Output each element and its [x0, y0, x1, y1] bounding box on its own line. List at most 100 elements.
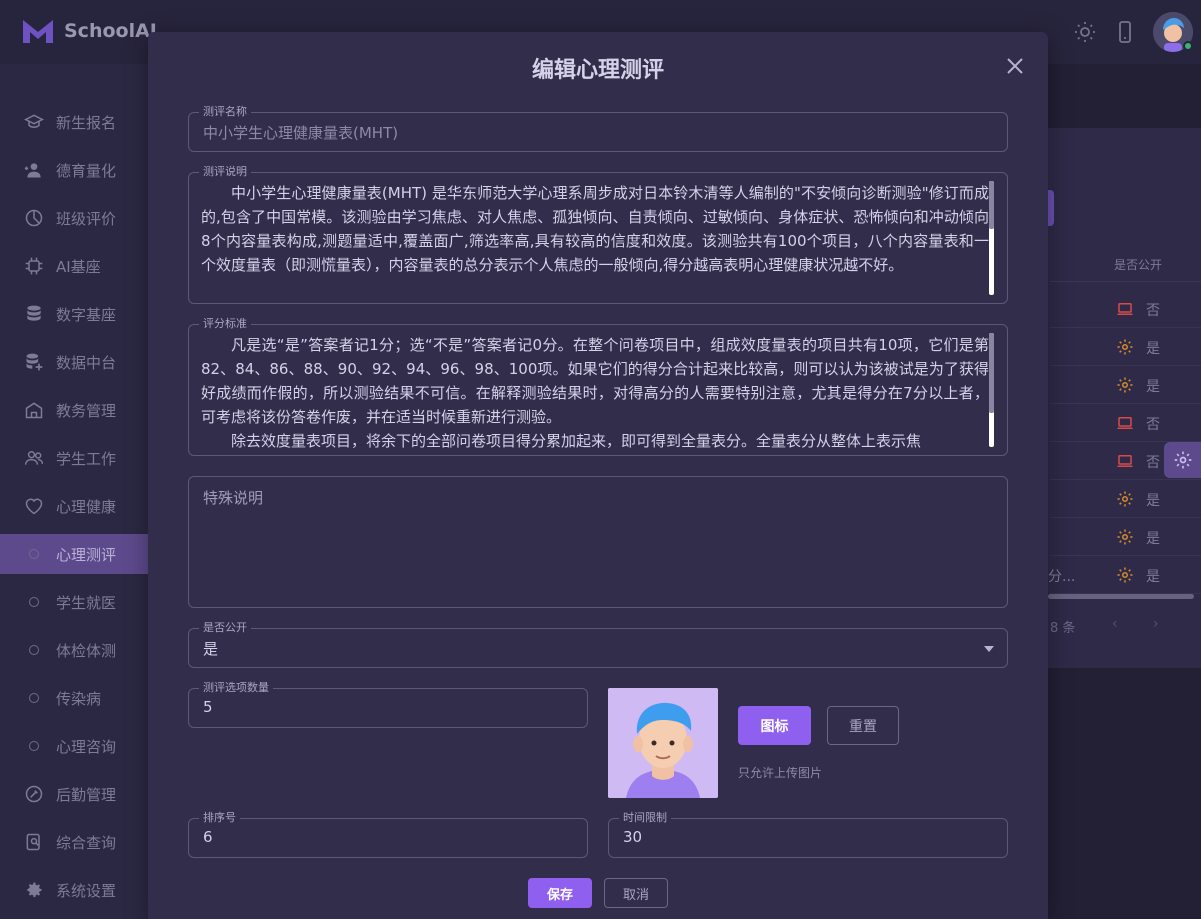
sidebar-item-label: 心理咨询	[56, 737, 117, 756]
app-logo[interactable]: SchoolAI	[22, 18, 157, 44]
tools-icon	[24, 784, 44, 804]
upload-hint: 只允许上传图片	[738, 766, 823, 780]
sidebar-item[interactable]: 班级评价	[0, 198, 148, 238]
sidebar-item-label: 新生报名	[56, 113, 117, 132]
database-plus-icon	[24, 352, 44, 372]
chart-pie-icon	[24, 208, 44, 228]
sidebar-item-label: 学生就医	[56, 593, 117, 612]
gear-icon	[1174, 451, 1191, 469]
graduation-cap-icon	[24, 112, 44, 132]
upload-icon-button[interactable]: 图标	[738, 706, 811, 745]
circle-icon	[29, 693, 39, 703]
time-limit-value: 30	[623, 828, 643, 846]
assessment-description-field[interactable]: 测评说明 中小学生心理健康量表(MHT) 是华东师范大学心理系周步成对日本铃木清…	[188, 165, 1008, 304]
gear-icon	[1116, 338, 1134, 356]
sidebar-item[interactable]: 心理健康	[0, 486, 148, 526]
sidebar-item-label: 综合查询	[56, 833, 117, 852]
circle-icon	[29, 549, 39, 559]
public-select-label: 是否公开	[199, 621, 251, 635]
public-status-value: 是	[1146, 569, 1160, 585]
users-icon	[24, 448, 44, 468]
laptop-icon	[1116, 300, 1134, 318]
chip-icon	[24, 256, 44, 276]
icon-preview	[608, 688, 718, 798]
user-plus-icon	[24, 160, 44, 180]
edit-assessment-dialog: 编辑心理测评 测评名称 中小学生心理健康量表(MHT) 测评说明 中小学生心理健…	[148, 32, 1048, 919]
logo-icon	[23, 20, 53, 43]
public-status-value: 是	[1146, 379, 1160, 395]
gear-icon	[24, 880, 44, 900]
sidebar-item[interactable]: 后勤管理	[0, 774, 148, 814]
sidebar-item[interactable]: 系统设置	[0, 870, 148, 910]
building-icon	[24, 400, 44, 420]
sidebar-item[interactable]: 体检体测	[0, 630, 148, 670]
sidebar-item[interactable]: 学生工作	[0, 438, 148, 478]
laptop-icon	[1116, 452, 1134, 470]
gear-icon	[1116, 490, 1134, 508]
sidebar-item[interactable]: 教务管理	[0, 390, 148, 430]
chevron-down-icon	[984, 646, 994, 652]
special-notes-placeholder: 特殊说明	[203, 489, 264, 507]
sidebar-item-label: AI基座	[56, 257, 101, 276]
public-status-value: 否	[1146, 455, 1160, 471]
pagination-total: 8 条	[1050, 621, 1076, 636]
assessment-name-field[interactable]: 测评名称 中小学生心理健康量表(MHT)	[188, 105, 1008, 152]
time-limit-field[interactable]: 时间限制 30	[608, 811, 1008, 858]
option-count-value: 5	[203, 698, 213, 716]
sidebar: 新生报名德育量化班级评价 AI基座数字基座数据中台教务管理学生工作心理健康心理测评…	[0, 64, 148, 919]
sidebar-item[interactable]: 德育量化	[0, 150, 148, 190]
description-scrollbar[interactable]	[989, 181, 994, 295]
sidebar-item[interactable]: 综合查询	[0, 822, 148, 862]
sidebar-item-label: 系统设置	[56, 881, 117, 900]
dialog-title: 编辑心理测评	[531, 58, 664, 83]
special-notes-field[interactable]: 特殊说明	[188, 476, 1008, 608]
criteria-scrollbar[interactable]	[989, 333, 994, 447]
sidebar-item-label: 体检体测	[56, 641, 117, 660]
mobile-icon[interactable]	[1113, 20, 1137, 44]
sidebar-item-label: 数据中台	[56, 353, 117, 372]
description-scroll-thumb[interactable]	[989, 181, 994, 229]
sidebar-item[interactable]: 数字基座	[0, 294, 148, 334]
close-button[interactable]	[1003, 54, 1027, 78]
gear-icon	[1116, 566, 1134, 584]
save-button[interactable]: 保存	[528, 878, 592, 908]
avatar-illustration-icon	[608, 688, 718, 798]
sidebar-item-label: 心理健康	[56, 497, 117, 516]
criteria-scroll-thumb[interactable]	[989, 333, 994, 413]
public-select[interactable]: 是否公开 是	[188, 621, 1008, 668]
public-status-value: 是	[1146, 341, 1160, 357]
circle-icon	[29, 741, 39, 751]
next-page-icon[interactable]: ›	[1153, 616, 1159, 632]
prev-page-icon[interactable]: ‹	[1112, 616, 1118, 632]
sidebar-item[interactable]: AI基座	[0, 246, 148, 286]
option-count-label: 测评选项数量	[199, 681, 273, 695]
gear-icon	[1116, 528, 1134, 546]
sort-order-label: 排序号	[199, 811, 240, 825]
public-status-value: 否	[1146, 303, 1160, 319]
sidebar-item[interactable]: 新生报名	[0, 102, 148, 142]
app-name: SchoolAI	[64, 20, 157, 42]
sidebar-item-label: 教务管理	[56, 401, 117, 420]
sort-order-field[interactable]: 排序号 6	[188, 811, 588, 858]
sidebar-item[interactable]: 数据中台	[0, 342, 148, 382]
public-select-value: 是	[203, 640, 219, 658]
theme-sun-icon[interactable]	[1073, 20, 1097, 44]
settings-drawer-button[interactable]	[1164, 442, 1201, 478]
truncated-cell: 分...	[1048, 569, 1076, 585]
sort-order-value: 6	[203, 828, 213, 846]
option-count-field[interactable]: 测评选项数量 5	[188, 681, 588, 728]
heart-icon	[24, 496, 44, 516]
sidebar-item[interactable]: 心理咨询	[0, 726, 148, 766]
sidebar-item[interactable]: 学生就医	[0, 582, 148, 622]
scoring-criteria-label: 评分标准	[199, 317, 251, 331]
cancel-button[interactable]: 取消	[604, 878, 668, 908]
assessment-description-label: 测评说明	[199, 165, 251, 179]
sidebar-item-label: 德育量化	[56, 161, 117, 180]
sidebar-item[interactable]: 传染病	[0, 678, 148, 718]
sidebar-item[interactable]: 心理测评	[0, 534, 148, 574]
horizontal-scrollbar[interactable]	[1048, 594, 1194, 599]
reset-icon-button[interactable]: 重置	[827, 706, 899, 745]
search-report-icon	[24, 832, 44, 852]
scoring-criteria-field[interactable]: 评分标准 凡是选“是”答案者记1分；选“不是”答案者记0分。在整个问卷项目中，组…	[188, 317, 1008, 456]
scoring-criteria-text: 凡是选“是”答案者记1分；选“不是”答案者记0分。在整个问卷项目中，组成效度量表…	[201, 336, 989, 449]
